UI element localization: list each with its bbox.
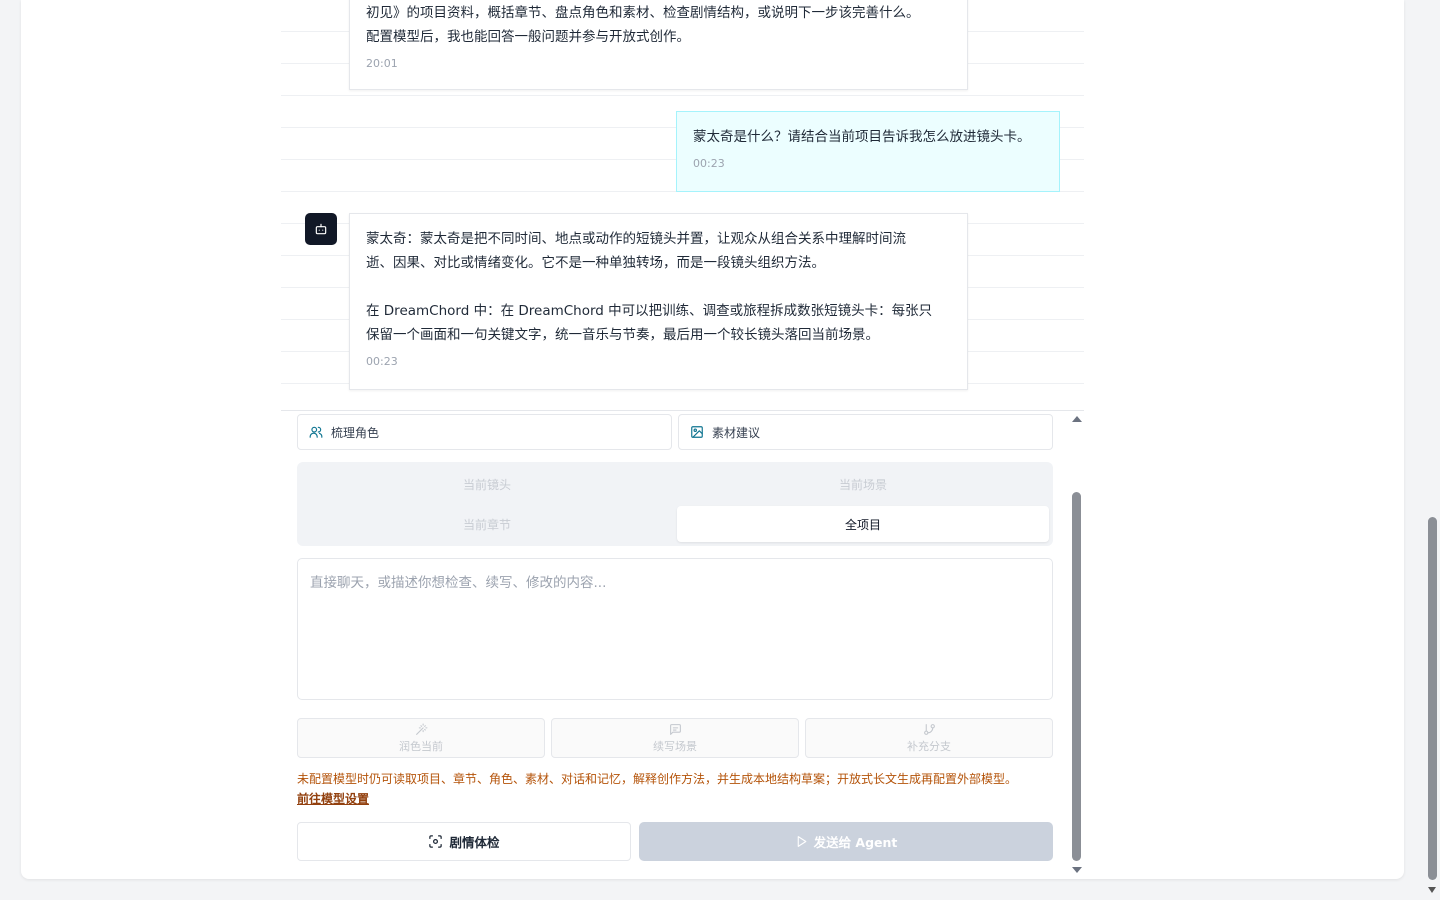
composer-scrollbar[interactable] xyxy=(1070,412,1084,878)
page-scroll-down-arrow-icon[interactable] xyxy=(1428,887,1436,893)
scroll-down-arrow-icon[interactable] xyxy=(1072,867,1082,873)
plot-health-check-label: 剧情体检 xyxy=(449,835,500,850)
message-text: 初见》的项目资料，概括章节、盘点角色和素材、检查剧情结构，或说明下一步该完善什么… xyxy=(366,5,920,21)
chat-input[interactable] xyxy=(297,558,1053,700)
play-icon xyxy=(797,836,806,847)
scrollbar-thumb[interactable] xyxy=(1072,492,1081,861)
message-text: 保留一个画面和一句关键文字，统一音乐与节奏，最后用一个较长镜头落回当前场景。 xyxy=(366,327,879,343)
scope-current-chapter[interactable]: 当前章节 xyxy=(301,506,673,542)
send-to-agent-button[interactable]: 发送给 Agent xyxy=(639,822,1053,861)
assistant-message: 蒙太奇：蒙太奇是把不同时间、地点或动作的短镜头并置，让观众从组合关系中理解时间流… xyxy=(349,213,968,390)
polish-current-label: 润色当前 xyxy=(399,739,443,753)
message-time: 20:01 xyxy=(366,57,398,70)
wand-icon xyxy=(415,723,427,735)
plot-health-check-button[interactable]: 剧情体检 xyxy=(297,822,631,861)
organize-characters-button[interactable]: 梳理角色 xyxy=(297,414,672,450)
scroll-up-arrow-icon[interactable] xyxy=(1072,416,1082,422)
image-icon xyxy=(691,426,703,438)
model-settings-link[interactable]: 前往模型设置 xyxy=(297,791,369,807)
message-text: 逝、因果、对比或情绪变化。它不是一种单独转场，而是一段镜头组织方法。 xyxy=(366,255,825,271)
message-time: 00:23 xyxy=(366,355,398,368)
message-text: 配置模型后，我也能回答一般问题并参与开放式创作。 xyxy=(366,29,690,45)
scope-current-scene[interactable]: 当前场景 xyxy=(677,466,1049,502)
message-text: 蒙太奇：蒙太奇是把不同时间、地点或动作的短镜头并置，让观众从组合关系中理解时间流 xyxy=(366,231,906,247)
continue-scene-button[interactable]: 续写场景 xyxy=(551,718,799,758)
organize-characters-label: 梳理角色 xyxy=(331,425,380,440)
git-branch-icon xyxy=(923,723,935,735)
asset-suggestions-button[interactable]: 素材建议 xyxy=(678,414,1053,450)
asset-suggestions-label: 素材建议 xyxy=(712,425,761,440)
message-text: 蒙太奇是什么？请结合当前项目告诉我怎么放进镜头卡。 xyxy=(693,129,1031,145)
scope-selector: 当前镜头 当前场景 当前章节 全项目 xyxy=(297,462,1053,546)
message-square-icon xyxy=(669,723,681,735)
model-notice: 未配置模型时仍可读取项目、章节、角色、素材、对话和记忆，解释创作方法，并生成本地… xyxy=(297,772,1018,786)
page-scrollbar-thumb[interactable] xyxy=(1428,517,1437,880)
message-text: 在 DreamChord 中：在 DreamChord 中可以把训练、调查或旅程… xyxy=(366,303,933,319)
continue-scene-label: 续写场景 xyxy=(653,739,697,753)
composer-panel: 梳理角色 素材建议 当前镜头 当前场景 当前章节 全项目 润色当前 续写场景 xyxy=(281,410,1084,878)
polish-current-button[interactable]: 润色当前 xyxy=(297,718,545,758)
user-message: 蒙太奇是什么？请结合当前项目告诉我怎么放进镜头卡。 00:23 xyxy=(676,111,1060,192)
scope-whole-project[interactable]: 全项目 xyxy=(677,506,1049,542)
users-icon xyxy=(309,426,323,438)
add-branch-label: 补充分支 xyxy=(907,739,951,753)
scan-icon xyxy=(429,835,443,848)
assistant-message: 初见》的项目资料，概括章节、盘点角色和素材、检查剧情结构，或说明下一步该完善什么… xyxy=(349,0,968,90)
scope-current-shot[interactable]: 当前镜头 xyxy=(301,466,673,502)
page-scrollbar[interactable] xyxy=(1425,0,1440,900)
message-time: 00:23 xyxy=(693,157,725,170)
add-branch-button[interactable]: 补充分支 xyxy=(805,718,1053,758)
send-to-agent-label: 发送给 Agent xyxy=(813,835,898,850)
bot-icon xyxy=(305,213,337,245)
chat-message-list[interactable]: 初见》的项目资料，概括章节、盘点角色和素材、检查剧情结构，或说明下一步该完善什么… xyxy=(281,0,1084,410)
